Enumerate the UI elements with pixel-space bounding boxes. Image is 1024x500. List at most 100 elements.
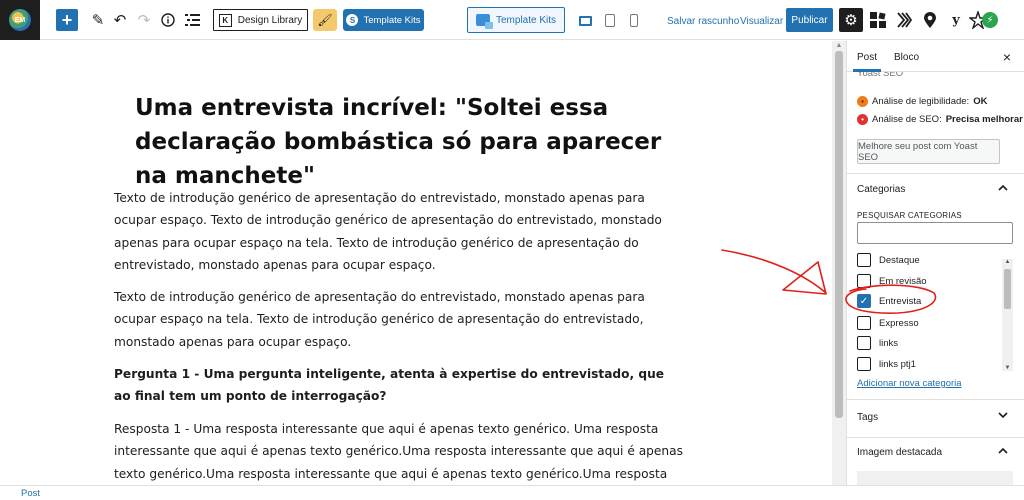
list-view-svg xyxy=(184,14,200,26)
info-icon[interactable] xyxy=(158,9,178,31)
readability-rating: • Análise de legibilidade: OK xyxy=(857,96,987,107)
site-logo-icon: EM xyxy=(9,9,31,31)
paragraph-block[interactable]: Texto de introdução genérico de apresent… xyxy=(114,286,684,353)
sidebar-tabs: Post Bloco × xyxy=(847,41,1024,72)
tags-panel-title[interactable]: Tags xyxy=(857,412,878,423)
block-breadcrumb-bar: Post xyxy=(0,485,1024,500)
category-label: Destaque xyxy=(879,254,920,266)
design-library-button[interactable]: K Design Library xyxy=(213,9,308,31)
category-label: Em revisão xyxy=(879,275,927,287)
category-checkbox[interactable] xyxy=(857,253,871,267)
seo-rating: • Análise de SEO: Precisa melhorar xyxy=(857,114,1023,125)
answer-paragraph-block[interactable]: Resposta 1 - Uma resposta interessante q… xyxy=(114,418,684,485)
site-logo-button[interactable]: EM xyxy=(0,0,40,40)
sad-face-icon: • xyxy=(857,114,868,125)
category-checkbox[interactable] xyxy=(857,357,871,371)
category-scrollbar-thumb[interactable] xyxy=(1004,269,1011,309)
tablet-preview-icon[interactable] xyxy=(603,11,617,29)
tab-block[interactable]: Bloco xyxy=(894,52,919,63)
category-item[interactable]: Em revisão xyxy=(857,274,927,288)
readability-label: Análise de legibilidade: xyxy=(872,96,970,107)
chevron-up-icon[interactable] xyxy=(998,182,1008,194)
category-item[interactable]: Destaque xyxy=(857,253,920,267)
settings-gear-icon[interactable]: ⚙ xyxy=(839,8,863,32)
chevron-down-svg xyxy=(998,412,1008,419)
paragraph-block[interactable]: Texto de introdução genérico de apresent… xyxy=(114,187,684,276)
settings-sidebar: Post Bloco × Yoast SEO • Análise de legi… xyxy=(846,41,1024,485)
category-checkbox-checked[interactable]: ✓ xyxy=(857,294,871,308)
category-checkbox[interactable] xyxy=(857,336,871,350)
categories-panel-title[interactable]: Categorias xyxy=(857,184,905,195)
post-title[interactable]: Uma entrevista incrível: "Soltei essa de… xyxy=(135,91,695,193)
template-kits-secondary-label: Template Kits xyxy=(495,14,557,26)
category-label: Entrevista xyxy=(879,295,922,307)
chevron-up-svg xyxy=(998,447,1008,454)
location-pin-icon[interactable] xyxy=(920,10,940,30)
divider xyxy=(847,399,1024,400)
lightning-bolt-icon: ⚡ xyxy=(982,12,998,28)
template-kits-button[interactable]: S Template Kits xyxy=(343,9,424,31)
neutral-face-icon: • xyxy=(857,96,868,107)
list-view-icon[interactable] xyxy=(182,9,202,31)
category-item[interactable]: Expresso xyxy=(857,316,919,330)
divider xyxy=(847,173,1024,174)
design-library-label: Design Library xyxy=(237,14,303,26)
editor-toolbar: EM + ✎ ↶ ↷ K Design Library 🖌 S Template… xyxy=(0,0,1024,40)
add-block-button[interactable]: + xyxy=(56,9,78,31)
category-label: links xyxy=(879,337,899,349)
featured-image-panel-title[interactable]: Imagem destacada xyxy=(857,447,942,458)
template-kits-icon: S xyxy=(346,14,359,26)
improve-with-yoast-button[interactable]: Melhore seu post com Yoast SEO xyxy=(857,139,1000,164)
yoast-plugin-icon[interactable]: y xyxy=(946,10,966,30)
publish-button[interactable]: Publicar xyxy=(786,8,833,32)
scroll-up-arrow-icon[interactable]: ▲ xyxy=(1002,259,1013,265)
category-checkbox[interactable] xyxy=(857,316,871,330)
blocks-plugin-icon[interactable] xyxy=(868,10,888,30)
mobile-preview-icon[interactable] xyxy=(627,11,641,29)
close-icon[interactable]: × xyxy=(1003,49,1011,65)
editor-scrollbar-thumb[interactable] xyxy=(835,51,843,418)
info-circle-svg xyxy=(161,13,175,27)
bolt-plugin-button[interactable]: ⚡ xyxy=(980,10,1000,30)
desktop-preview-icon[interactable] xyxy=(578,11,592,29)
kadence-plugin-icon[interactable] xyxy=(894,10,914,30)
category-scrollbar[interactable]: ▲ ▼ xyxy=(1002,259,1013,371)
chevron-down-icon[interactable] xyxy=(998,410,1008,422)
save-draft-button[interactable]: Salvar rascunho xyxy=(667,14,739,28)
blocks-plugin-svg xyxy=(870,12,886,28)
category-label: links ptj1 xyxy=(879,358,916,370)
tab-post[interactable]: Post xyxy=(852,52,882,72)
seo-value: Precisa melhorar xyxy=(945,114,1023,125)
location-pin-svg xyxy=(924,11,936,28)
seo-label: Análise de SEO: xyxy=(872,114,942,125)
scroll-down-arrow-icon[interactable]: ▼ xyxy=(1002,365,1013,371)
scroll-up-arrow-icon[interactable]: ▲ xyxy=(835,42,843,49)
breadcrumb-post[interactable]: Post xyxy=(21,488,40,499)
add-new-category-link[interactable]: Adicionar nova categoria xyxy=(857,378,962,389)
category-item[interactable]: links ptj1 xyxy=(857,357,916,371)
undo-icon[interactable]: ↶ xyxy=(110,9,130,31)
question-paragraph-block[interactable]: Pergunta 1 - Uma pergunta inteligente, a… xyxy=(114,363,684,408)
divider xyxy=(847,437,1024,438)
pencil-icon[interactable]: ✎ xyxy=(88,9,108,31)
category-checkbox[interactable] xyxy=(857,274,871,288)
template-kits-secondary-button[interactable]: Template Kits xyxy=(467,7,565,33)
design-library-icon: K xyxy=(218,13,232,27)
chevron-up-icon[interactable] xyxy=(998,445,1008,457)
editor-canvas: Uma entrevista incrível: "Soltei essa de… xyxy=(0,41,832,485)
template-kits-label: Template Kits xyxy=(363,14,421,26)
chevron-up-svg xyxy=(998,184,1008,191)
featured-image-placeholder[interactable] xyxy=(857,471,1013,485)
category-item[interactable]: links xyxy=(857,336,898,350)
category-item[interactable]: ✓ Entrevista xyxy=(857,294,921,308)
readability-value: OK xyxy=(973,96,988,107)
search-categories-input[interactable] xyxy=(857,222,1013,244)
brush-icon[interactable]: 🖌 xyxy=(313,9,337,31)
category-label: Expresso xyxy=(879,317,919,329)
kadence-plugin-svg xyxy=(897,12,912,28)
editor-scrollbar[interactable]: ▲ xyxy=(832,41,846,485)
search-categories-label: PESQUISAR CATEGORIAS xyxy=(857,211,962,220)
preview-button[interactable]: Visualizar xyxy=(740,14,783,28)
category-list: Destaque Em revisão ✓ Entrevista Express… xyxy=(847,247,1024,372)
redo-icon[interactable]: ↷ xyxy=(134,9,154,31)
